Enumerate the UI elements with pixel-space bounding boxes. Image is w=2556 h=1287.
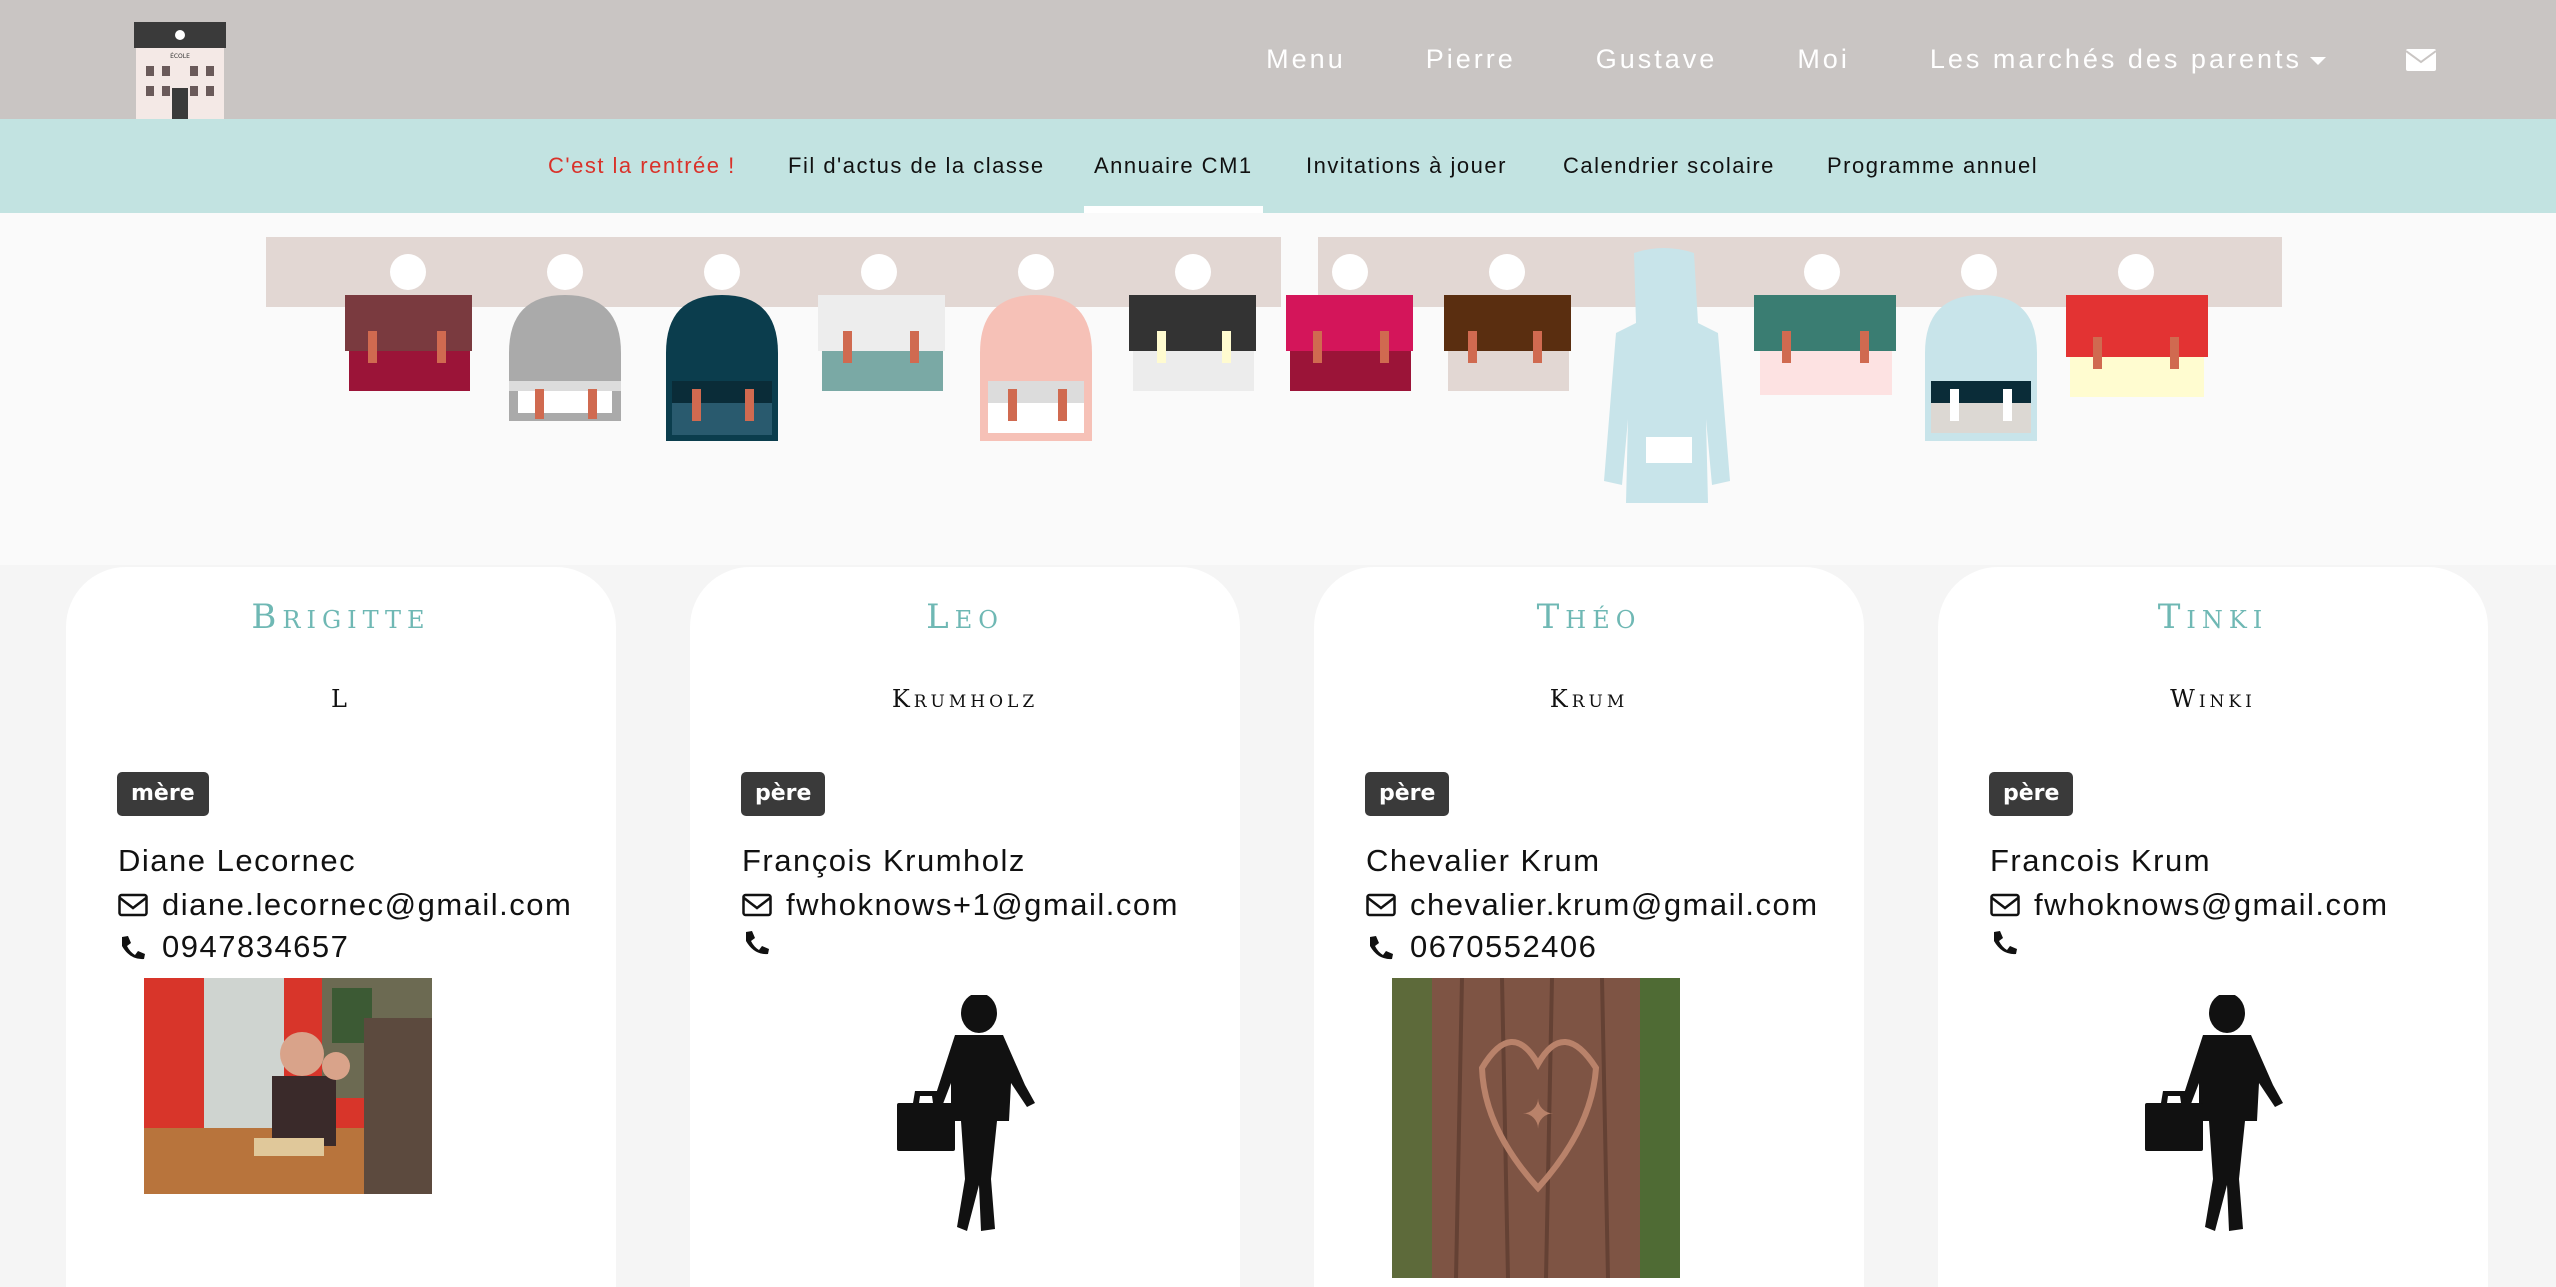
nav-marches-dropdown[interactable]: Les marchés des parents [1930, 44, 2326, 75]
parent-email-row: fwhoknows@gmail.com [1990, 887, 2389, 923]
student-card: Brigitte L mère Diane Lecornec diane.lec… [66, 567, 616, 1287]
section-tabs: C'est la rentrée ! Fil d'actus de la cla… [0, 119, 2556, 213]
phone-icon [1370, 936, 1393, 960]
parent-email-row: fwhoknows+1@gmail.com [742, 887, 1179, 923]
student-card: Leo Krumholz père François Krumholz fwho… [690, 567, 1240, 1287]
backpack-2 [509, 295, 621, 421]
phone-icon [122, 936, 145, 960]
tab-annuaire[interactable]: Annuaire CM1 [1084, 119, 1263, 213]
coat-rack-illustration [266, 237, 2282, 503]
student-first-name: Tinki [2157, 597, 2269, 637]
student-card: Théo Krum père Chevalier Krum chevalier.… [1314, 567, 1864, 1287]
student-first-name: Brigitte [251, 597, 431, 637]
envelope-outline-icon [118, 893, 148, 917]
backpack-banner [0, 213, 2556, 565]
backpack-8 [1444, 295, 1571, 391]
top-navbar: ÉCOLE Menu Pierre Gustave Moi Les marché… [0, 0, 2556, 120]
parent-role-badge: père [741, 772, 826, 816]
envelope-outline-icon [1990, 893, 2020, 917]
parent-role-badge: père [1365, 772, 1450, 816]
envelope-icon[interactable] [2406, 48, 2436, 71]
parent-email-link[interactable]: fwhoknows@gmail.com [2034, 887, 2389, 923]
parent-phone-number[interactable]: 0947834657 [162, 929, 349, 965]
student-last-name: Winki [2170, 685, 2256, 713]
parent-phone-row: 0947834657 [118, 929, 349, 965]
parent-email-link[interactable]: chevalier.krum@gmail.com [1410, 887, 1819, 923]
student-last-name: Krum [1549, 685, 1629, 713]
parent-phone-number[interactable]: 0670552406 [1410, 929, 1597, 965]
backpack-3 [666, 295, 778, 441]
silhouette-placeholder-icon [897, 995, 1035, 1231]
phone-icon [746, 931, 769, 955]
parent-email-row: chevalier.krum@gmail.com [1366, 887, 1819, 923]
student-first-name: Théo [1536, 597, 1642, 637]
tab-rentree[interactable]: C'est la rentrée ! [548, 119, 736, 213]
backpack-11 [2066, 295, 2208, 397]
parent-email-link[interactable]: diane.lecornec@gmail.com [162, 887, 572, 923]
parent-phone-row [742, 929, 786, 955]
parent-phone-row [1990, 929, 2034, 955]
parent-name: Francois Krum [1990, 843, 2212, 878]
phone-icon [1994, 931, 2017, 955]
family-photo [144, 978, 432, 1194]
parent-role-badge: mère [117, 772, 209, 816]
student-card: Tinki Winki père Francois Krum fwhoknows… [1938, 567, 2488, 1287]
student-first-name: Leo [926, 597, 1004, 637]
student-last-name: Krumholz [891, 685, 1039, 713]
school-logo-icon[interactable]: ÉCOLE [134, 22, 226, 120]
parent-name: Diane Lecornec [118, 843, 357, 878]
backpack-1 [345, 295, 472, 391]
envelope-outline-icon [742, 893, 772, 917]
tab-calendrier[interactable]: Calendrier scolaire [1563, 119, 1775, 213]
backpack-9 [1754, 295, 1896, 395]
parent-role-badge: père [1989, 772, 2074, 816]
envelope-outline-icon [1366, 893, 1396, 917]
nav-pierre[interactable]: Pierre [1426, 44, 1516, 75]
parent-email-row: diane.lecornec@gmail.com [118, 887, 572, 923]
backpack-10 [1925, 295, 2037, 441]
tab-fil-actus[interactable]: Fil d'actus de la classe [788, 119, 1045, 213]
backpack-7 [1286, 295, 1413, 391]
student-last-name: L [331, 685, 351, 713]
top-nav-links: Menu Pierre Gustave Moi Les marchés des … [1266, 0, 2556, 119]
parent-name: Chevalier Krum [1366, 843, 1601, 878]
logo-sign-text: ÉCOLE [170, 52, 190, 60]
nav-menu[interactable]: Menu [1266, 44, 1346, 75]
parent-phone-row: 0670552406 [1366, 929, 1597, 965]
tab-programme[interactable]: Programme annuel [1827, 119, 2038, 213]
backpack-4 [818, 295, 945, 391]
parent-name: François Krumholz [742, 843, 1026, 878]
silhouette-placeholder-icon [2145, 995, 2283, 1231]
backpack-5 [980, 295, 1092, 441]
nav-gustave[interactable]: Gustave [1596, 44, 1718, 75]
backpack-6 [1129, 295, 1256, 391]
tab-invitations[interactable]: Invitations à jouer [1306, 119, 1507, 213]
parent-email-link[interactable]: fwhoknows+1@gmail.com [786, 887, 1179, 923]
tree-bark-photo: ✦ [1392, 978, 1680, 1278]
svg-text:✦: ✦ [1521, 1092, 1555, 1138]
nav-moi[interactable]: Moi [1797, 44, 1850, 75]
